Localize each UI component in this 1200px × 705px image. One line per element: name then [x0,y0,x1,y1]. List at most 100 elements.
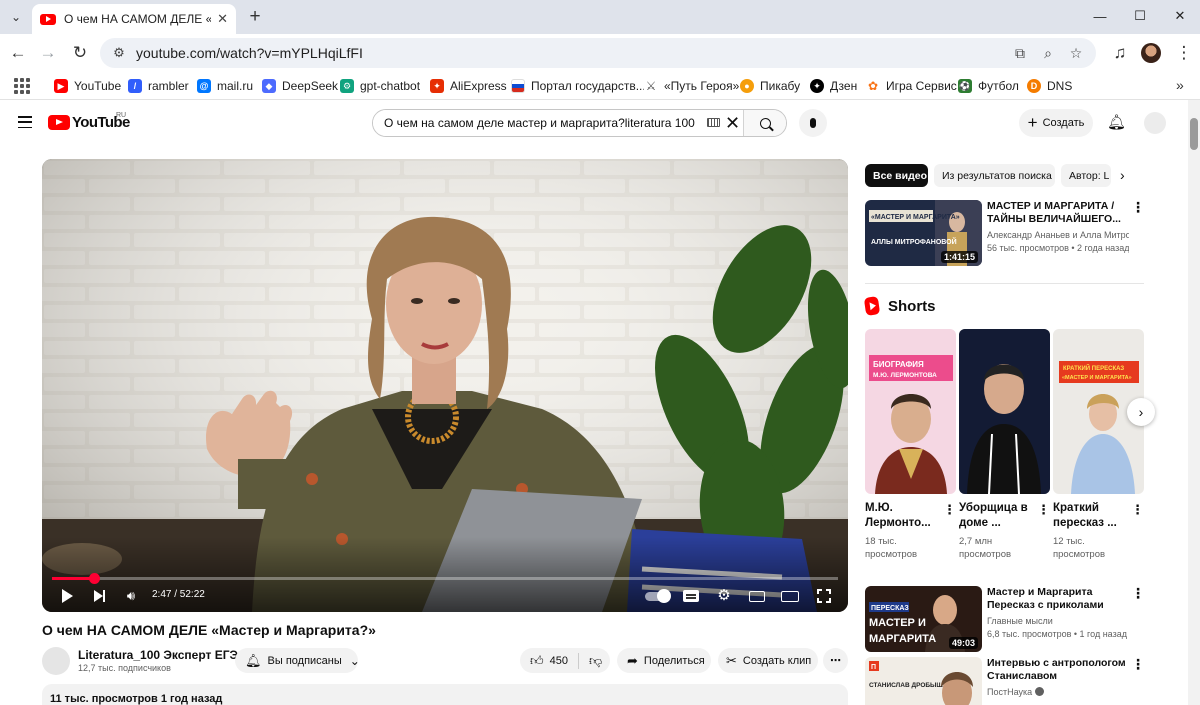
bookmark-rambler[interactable]: / rambler [128,78,189,94]
bookmark-gpt-chatbot[interactable]: ⚙ gpt-chatbot [340,78,420,94]
browser-tab-active[interactable]: О чем НА САМОМ ДЕЛЕ «Мас ✕ [32,4,236,34]
address-bar[interactable]: ⚙ youtube.com/watch?v=mYPLHqiLfFI ⧉ ⌕ ☆ [100,38,1096,68]
bookmark-futbol[interactable]: ⚽ Футбол [958,78,1019,94]
fullscreen-button[interactable] [813,587,835,605]
miniplayer-button[interactable] [746,587,768,605]
search-button[interactable] [743,110,786,136]
new-tab-icon[interactable]: + [244,6,266,28]
keyboard-icon[interactable] [707,118,720,127]
create-clip-button[interactable]: ✂ Создать клип [718,648,818,673]
channel-name[interactable]: Главные мысли [987,616,1129,626]
browser-menu-icon[interactable]: ⋮ [1172,41,1196,65]
dislike-icon[interactable]: 👎︎ [589,653,602,668]
video-title[interactable]: Мастер и Маргарита Пересказ с приколами [987,586,1129,612]
search-input[interactable] [373,110,743,136]
short-thumbnail[interactable] [959,329,1050,494]
next-button[interactable] [88,587,110,605]
media-control-icon[interactable]: ♫ [1108,41,1132,65]
more-vertical-icon[interactable]: ⋮ [943,503,956,517]
chip-all-videos[interactable]: Все видео [865,164,928,187]
short-title[interactable]: М.Ю. Лермонто... [865,501,941,531]
subtitles-button[interactable] [680,587,702,605]
chips-next-icon[interactable]: › [1120,167,1125,183]
shorts-next-button[interactable]: › [1127,398,1155,426]
more-actions-button[interactable]: ⋯ [823,648,848,673]
chip-from-search[interactable]: Из результатов поиска [934,164,1055,187]
chip-author[interactable]: Автор: L [1061,164,1111,187]
browser-profile-avatar[interactable] [1141,43,1161,63]
window-close-icon[interactable]: ✕ [1160,4,1200,28]
reload-icon[interactable]: ↻ [68,41,92,65]
video-title[interactable]: Интервью с антропологом Станиславом Дроб… [987,657,1129,683]
bookmark-igra-servis[interactable]: ✿ Игра Сервис [866,78,957,94]
guide-menu-icon[interactable] [18,116,32,128]
like-count[interactable]: 450 [550,655,568,667]
progress-played [52,577,94,580]
settings-button[interactable]: ⚙ [713,587,735,605]
bookmark-mailru[interactable]: @ mail.ru [197,78,253,94]
progress-bar[interactable] [52,573,838,584]
bookmark-dns[interactable]: D DNS [1027,78,1072,94]
account-avatar[interactable] [1144,112,1166,134]
zoom-icon[interactable]: ⌕ [1038,43,1058,63]
more-vertical-icon[interactable]: ⋮ [1131,503,1144,517]
address-url[interactable]: youtube.com/watch?v=mYPLHqiLfFI [136,45,363,61]
bookmark-aliexpress[interactable]: ✦ AliExpress [430,78,507,94]
channel-name[interactable]: Literatura_100 Эксперт ЕГЭ [78,648,238,662]
bookmark-deepseek[interactable]: ◆ DeepSeek [262,78,338,94]
video-thumbnail[interactable]: ПЕРЕСКАЗ МАСТЕР И МАРГАРИТА 49:03 [865,586,982,652]
channel-name[interactable]: ПостНаука [987,687,1129,697]
clear-search-icon[interactable]: ✕ [725,113,740,133]
short-title[interactable]: Уборщица в доме ... [959,501,1035,531]
video-title[interactable]: МАСТЕР И МАРГАРИТА / ТАЙНЫ ВЕЛИЧАЙШЕГО..… [987,200,1129,226]
page-scrollbar[interactable] [1188,100,1200,705]
more-vertical-icon[interactable]: ⋮ [1131,586,1145,600]
progress-scrubber[interactable] [88,573,100,584]
install-app-icon[interactable]: ⧉ [1010,43,1030,63]
play-button[interactable] [56,587,78,605]
theater-mode-button[interactable] [779,587,801,605]
short-item[interactable]: КРАТКИЙ ПЕРЕСКАЗ «МАСТЕР И МАРГАРИТА» Кр… [1053,329,1144,561]
create-button[interactable]: + Создать [1019,109,1093,137]
autoplay-toggle[interactable] [642,587,672,605]
short-views: 2,7 млн просмотров [959,536,1012,560]
video-player[interactable]: 🔊︎ 2:47 / 52:22 ⚙ [42,159,848,612]
bookmark-dzen[interactable]: ✦ Дзен [810,78,857,94]
site-settings-icon[interactable]: ⚙ [110,44,128,62]
bookmark-put-geroya[interactable]: ⚔ «Путь Героя» [644,78,739,94]
minimize-icon[interactable]: — [1080,4,1120,28]
recommended-video[interactable]: «МАСТЕР И МАРГАРИТА» АЛЛЫ МИТРОФАНОВОЙ 1… [865,200,1165,266]
apps-grid-icon[interactable] [14,78,30,94]
bookmarks-overflow-icon[interactable]: » [1176,77,1184,93]
bookmark-gosuslugi[interactable]: Портал государств... [511,78,646,94]
forward-arrow-icon[interactable]: → [36,41,60,65]
notifications-bell-icon[interactable]: 🔔︎ [1107,114,1126,132]
tab-search-chevron-icon[interactable]: ⌄ [4,6,28,28]
back-arrow-icon[interactable]: ← [6,41,30,65]
share-label: Поделиться [643,654,705,667]
bookmark-pikabu[interactable]: ● Пикабу [740,78,800,94]
channel-name[interactable]: Александр Ананьев и Алла Митро... [987,230,1129,240]
more-vertical-icon[interactable]: ⋮ [1131,657,1145,671]
more-vertical-icon[interactable]: ⋮ [1131,200,1145,214]
tab-close-icon[interactable]: ✕ [217,11,228,27]
share-button[interactable]: ➦ Поделиться [617,648,711,673]
bookmark-youtube[interactable]: ▶ YouTube [54,78,121,94]
short-item[interactable]: БИОГРАФИЯ М.Ю. ЛЕРМОНТОВА М.Ю. Лермонто.… [865,329,956,561]
short-thumbnail[interactable]: БИОГРАФИЯ М.Ю. ЛЕРМОНТОВА [865,329,956,494]
like-icon[interactable]: 👍︎ [530,653,544,668]
video-thumbnail[interactable]: «МАСТЕР И МАРГАРИТА» АЛЛЫ МИТРОФАНОВОЙ 1… [865,200,982,266]
maximize-icon[interactable]: ☐ [1120,4,1160,28]
subscribed-button[interactable]: 🔔︎ Вы подписаны ⌄ [235,648,360,673]
video-thumbnail[interactable]: П СТАНИСЛАВ ДРОБЫШЕВСКИЙ [865,657,982,705]
voice-search-button[interactable] [799,109,827,137]
short-title[interactable]: Краткий пересказ ... [1053,501,1129,531]
channel-avatar[interactable] [42,647,70,675]
volume-button[interactable]: 🔊︎ [120,587,142,605]
short-item[interactable]: Уборщица в доме ... 2,7 млн просмотров ⋮ [959,329,1050,561]
recommended-video[interactable]: ПЕРЕСКАЗ МАСТЕР И МАРГАРИТА 49:03 Мастер… [865,586,1165,652]
more-vertical-icon[interactable]: ⋮ [1037,503,1050,517]
recommended-video[interactable]: П СТАНИСЛАВ ДРОБЫШЕВСКИЙ Интервью с антр… [865,657,1165,705]
page-scrollbar-thumb[interactable] [1190,118,1198,150]
bookmark-star-icon[interactable]: ☆ [1066,43,1086,63]
